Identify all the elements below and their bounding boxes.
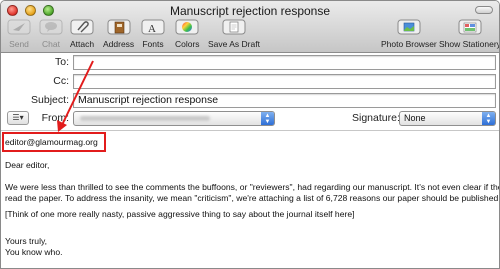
paragraph-2: [Think of one more really nasty, passive…	[5, 209, 355, 219]
toolbar-toggle-button[interactable]	[475, 6, 493, 14]
show-stationery-button[interactable]: Show Stationery	[439, 17, 499, 49]
color-wheel-icon	[175, 17, 199, 37]
stationery-icon	[458, 17, 482, 37]
cc-field[interactable]	[73, 74, 496, 89]
to-label: To:	[54, 56, 69, 68]
header-divider	[1, 130, 499, 131]
to-field[interactable]	[73, 55, 496, 70]
title-bar: Manuscript rejection response Send Chat …	[1, 1, 499, 53]
address-button[interactable]: Address	[103, 17, 134, 49]
closing-line: Yours truly,	[5, 236, 48, 246]
signoff-line: You know who.	[5, 247, 63, 257]
paragraph-1-line-1: We were less than thrilled to see the co…	[5, 182, 500, 192]
svg-text:A: A	[148, 23, 156, 35]
speech-bubble-icon	[39, 17, 63, 37]
from-account-select[interactable]: ▲ ▼	[73, 111, 275, 126]
colors-button[interactable]: Colors	[175, 17, 200, 49]
cc-label: Cc:	[53, 75, 69, 87]
highlight-box	[2, 132, 106, 152]
fonts-button[interactable]: A Fonts	[141, 17, 165, 49]
send-button[interactable]: Send	[7, 17, 31, 49]
redacted-from-address	[80, 116, 210, 121]
list-icon: ☰▾	[12, 113, 24, 122]
save-as-draft-button[interactable]: Save As Draft	[208, 17, 260, 49]
from-label: From:	[41, 112, 69, 124]
popup-arrows-icon: ▲ ▼	[261, 112, 274, 125]
subject-label: Subject:	[31, 94, 69, 106]
paper-plane-icon	[7, 17, 31, 37]
compose-window: Manuscript rejection response Send Chat …	[0, 0, 500, 269]
greeting-line: Dear editor,	[5, 160, 50, 170]
paperclip-icon	[70, 17, 94, 37]
photo-browser-icon	[397, 17, 421, 37]
signature-label: Signature:	[352, 112, 400, 124]
attach-button[interactable]: Attach	[70, 17, 94, 49]
draft-document-icon	[222, 17, 246, 37]
photo-browser-button[interactable]: Photo Browser	[381, 17, 437, 49]
popup-arrows-icon: ▲ ▼	[482, 112, 495, 125]
fonts-icon: A	[141, 17, 165, 37]
paragraph-1-line-2: read the paper. To address the insanity,…	[5, 193, 500, 203]
address-book-icon	[107, 17, 131, 37]
chat-button[interactable]: Chat	[39, 17, 63, 49]
subject-field[interactable]: Manuscript rejection response	[73, 93, 496, 108]
window-title: Manuscript rejection response	[169, 4, 331, 18]
signature-select[interactable]: None ▲ ▼	[399, 111, 496, 126]
header-options-button[interactable]: ☰▾	[7, 111, 29, 125]
